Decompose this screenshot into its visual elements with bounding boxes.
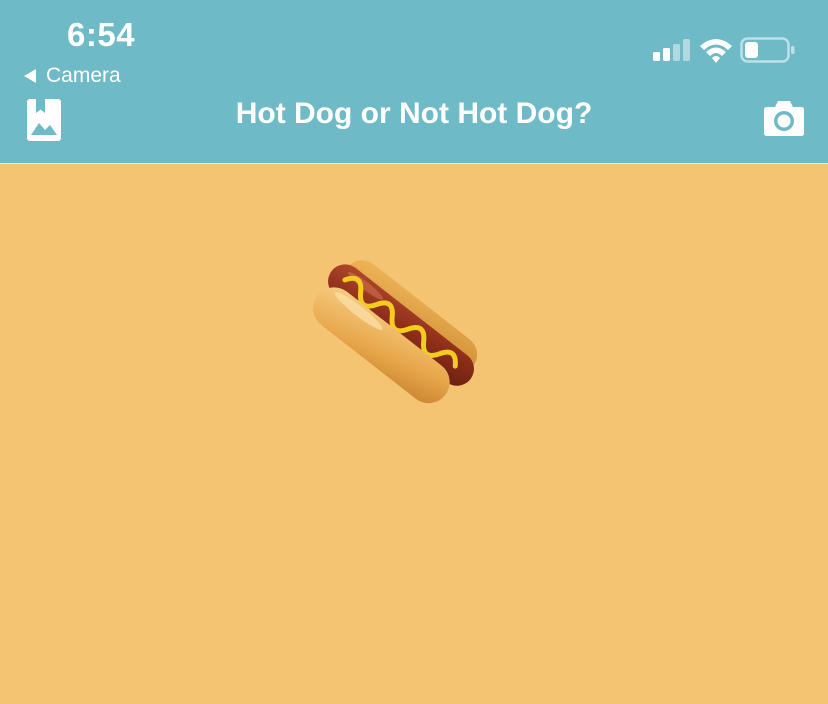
cellular-signal-icon <box>653 39 690 61</box>
camera-icon[interactable] <box>763 99 805 137</box>
back-app-label: Camera <box>46 64 121 87</box>
status-time: 6:54 <box>67 16 136 53</box>
app-screen: 6:54 Camera Hot Dog or Not Hot Dog? <box>0 0 828 704</box>
header-bar: 6:54 Camera Hot Dog or Not Hot Dog? <box>0 0 828 164</box>
wifi-icon <box>700 39 732 63</box>
battery-icon <box>740 37 795 63</box>
page-title: Hot Dog or Not Hot Dog? <box>235 97 593 130</box>
back-triangle-icon <box>24 69 36 83</box>
back-to-app-link[interactable]: Camera <box>24 64 121 88</box>
photo-library-icon[interactable] <box>27 99 61 141</box>
hot-dog-image <box>313 260 478 404</box>
